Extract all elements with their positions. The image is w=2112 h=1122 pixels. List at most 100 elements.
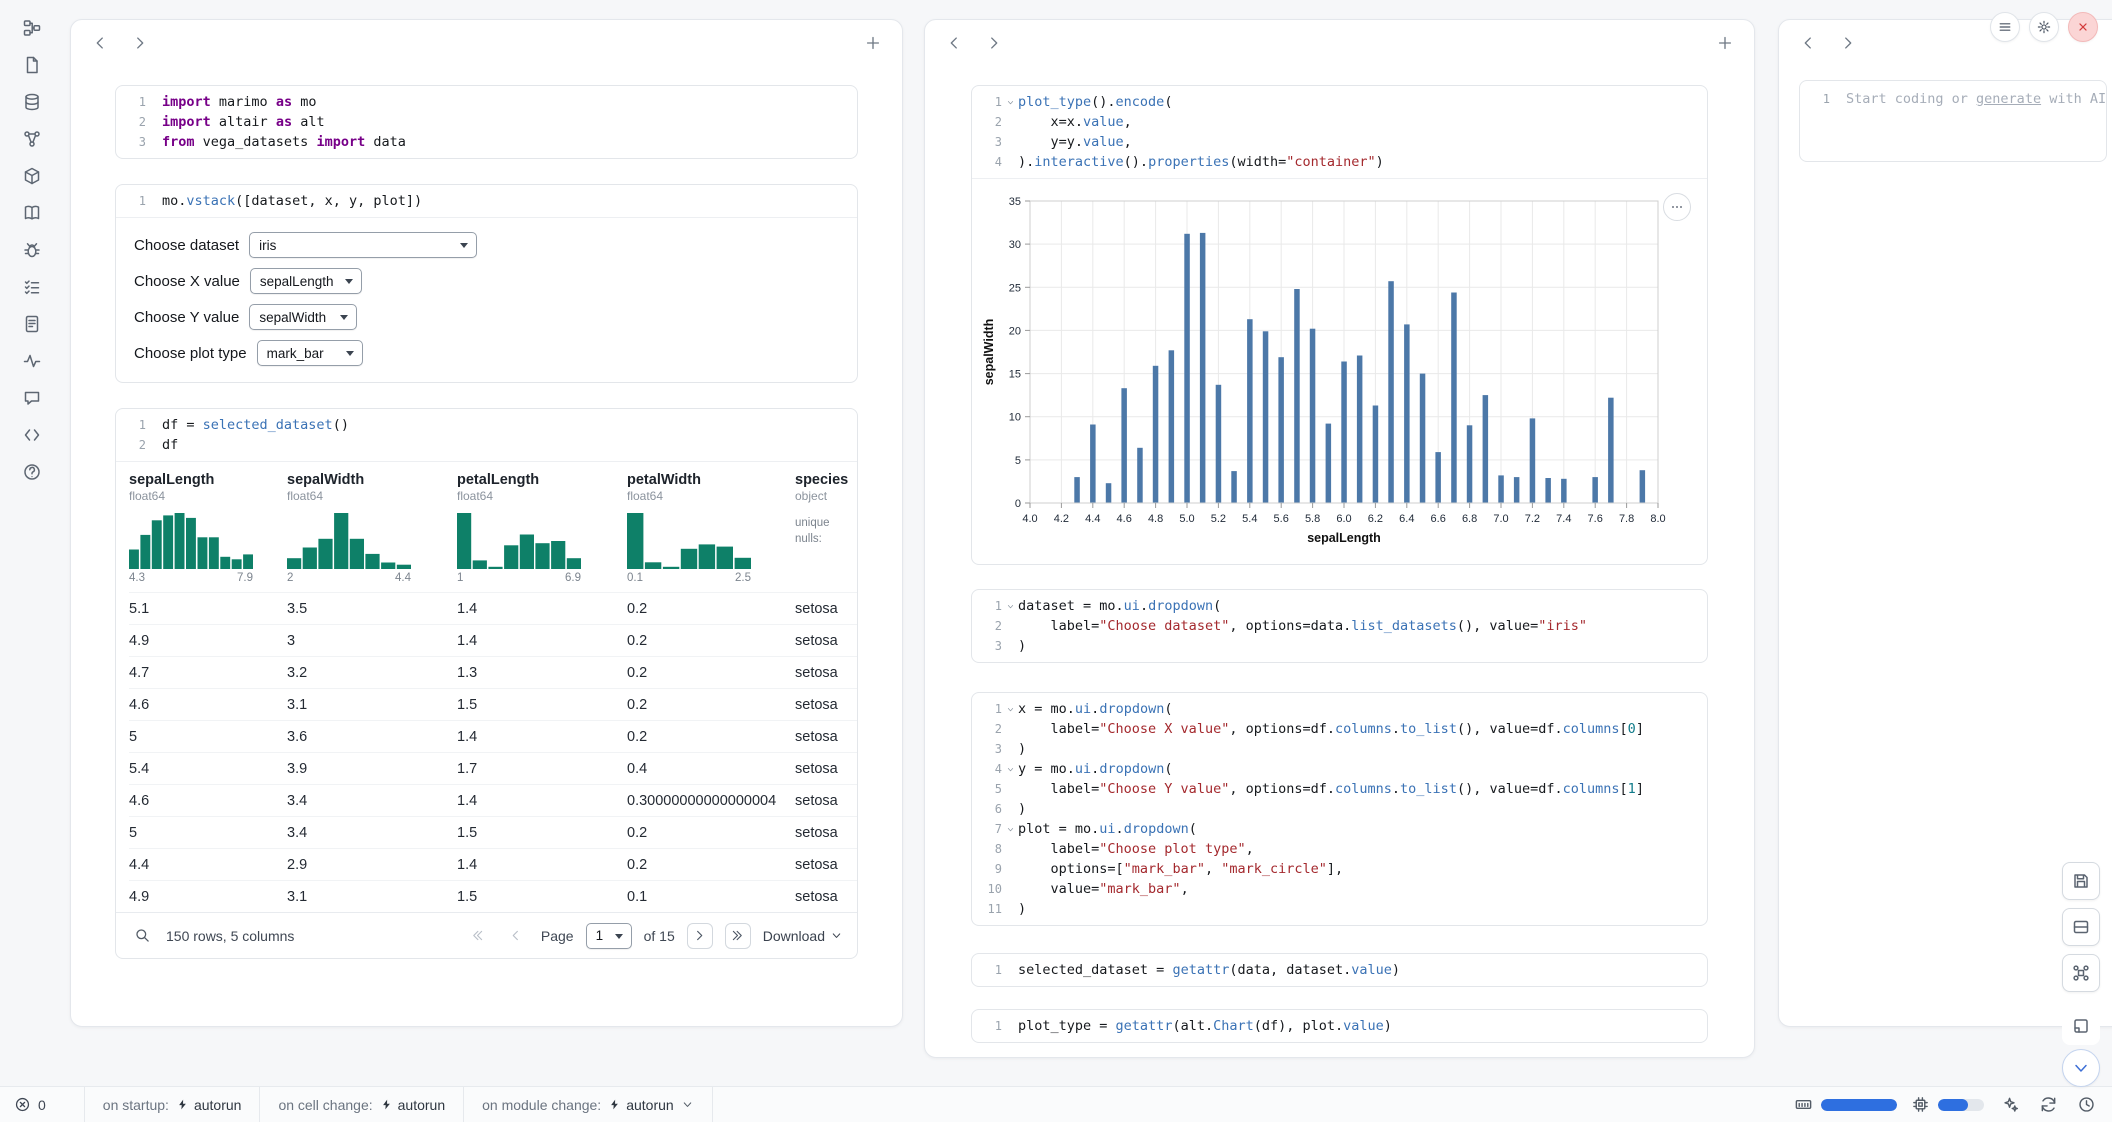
chevron-left-icon <box>945 34 963 52</box>
menu-icon <box>1997 19 2013 35</box>
first-page-button[interactable] <box>465 923 491 949</box>
dropdown-select[interactable]: iris <box>249 232 477 258</box>
sidebar-book-button[interactable] <box>20 201 44 225</box>
prev-cell-button[interactable] <box>1795 30 1821 56</box>
notebook-menu-button[interactable] <box>1990 12 2020 42</box>
command-palette-button[interactable] <box>2062 954 2100 992</box>
column-header[interactable]: sepalWidthfloat6424.4 <box>287 472 457 592</box>
code-editor[interactable]: 1df = selected_dataset()2df <box>116 409 857 461</box>
table-cell: 3 <box>287 625 457 656</box>
sidebar-document-button[interactable] <box>20 312 44 336</box>
run-mode-segment[interactable]: on cell change:autorun <box>259 1087 463 1122</box>
table-row[interactable]: 5.13.51.40.2setosa <box>129 592 857 624</box>
table-row[interactable]: 4.63.11.50.2setosa <box>129 688 857 720</box>
code-line: y=y.value, <box>1018 132 1707 152</box>
line-number: 3 <box>116 132 146 152</box>
app-frame-button[interactable] <box>2062 1007 2100 1045</box>
table-row[interactable]: 5.43.91.70.4setosa <box>129 752 857 784</box>
search-icon <box>134 927 151 944</box>
error-indicator[interactable]: 0 <box>14 1096 46 1113</box>
panel-body: 1import marimo as mo2import altair as al… <box>71 85 902 959</box>
settings-button[interactable] <box>2029 12 2059 42</box>
code-editor[interactable]: 1import marimo as mo2import altair as al… <box>116 86 857 158</box>
code-editor[interactable]: 1plot_type = getattr(alt.Chart(df), plot… <box>972 1010 1707 1042</box>
code-editor[interactable]: 1x = mo.ui.dropdown(2 label="Choose X va… <box>972 693 1707 925</box>
sidebar-checklist-button[interactable] <box>20 275 44 299</box>
table-row[interactable]: 4.63.41.40.30000000000000004setosa <box>129 784 857 816</box>
scroll-to-bottom-button[interactable] <box>2062 1049 2100 1087</box>
next-cell-button[interactable] <box>1835 30 1861 56</box>
table-row[interactable]: 4.42.91.40.2setosa <box>129 848 857 880</box>
layout-button[interactable] <box>2062 908 2100 946</box>
sidebar-flow-button[interactable] <box>20 16 44 40</box>
next-cell-button[interactable] <box>981 30 1007 56</box>
table-cell: 3.9 <box>287 753 457 784</box>
sparkles-icon <box>2001 1095 2020 1114</box>
next-page-button[interactable] <box>687 923 713 949</box>
svg-text:7.2: 7.2 <box>1525 513 1540 525</box>
column-header[interactable]: petalLengthfloat6416.9 <box>457 472 627 592</box>
save-button[interactable] <box>2062 862 2100 900</box>
command-icon <box>2071 963 2091 983</box>
table-row[interactable]: 4.931.40.2setosa <box>129 624 857 656</box>
form-row: Choose datasetiris <box>134 232 839 258</box>
code-line: ) <box>1018 799 1707 819</box>
generate-with-ai-link[interactable]: generate <box>1976 91 2041 107</box>
sidebar-file-code-button[interactable] <box>20 53 44 77</box>
download-button[interactable]: Download <box>763 928 843 944</box>
sidebar-comment-button[interactable] <box>20 386 44 410</box>
sidebar-snippets-button[interactable] <box>20 423 44 447</box>
dropdown-select[interactable]: mark_bar <box>257 340 363 366</box>
history-button[interactable] <box>2074 1093 2098 1117</box>
sidebar-dependency-graph-button[interactable] <box>20 127 44 151</box>
page-select[interactable]: 1 <box>586 923 632 949</box>
sidebar-help-button[interactable] <box>20 460 44 484</box>
file-code-icon <box>22 55 42 75</box>
table-cell: 1.4 <box>457 721 627 752</box>
column-header[interactable]: petalWidthfloat640.12.5 <box>627 472 795 592</box>
altair-bar-chart[interactable]: 4.04.24.44.64.85.05.25.45.65.86.06.26.46… <box>980 191 1670 549</box>
table-row[interactable]: 53.41.50.2setosa <box>129 816 857 848</box>
last-page-button[interactable] <box>725 923 751 949</box>
table-row[interactable]: 4.93.11.50.1setosa <box>129 880 857 912</box>
table-cell: 2.9 <box>287 849 457 880</box>
shutdown-button[interactable] <box>2068 12 2098 42</box>
table-row[interactable]: 53.61.40.2setosa <box>129 720 857 752</box>
code-editor[interactable]: 1mo.vstack([dataset, x, y, plot]) <box>116 185 857 217</box>
scratch-cell[interactable]: 1Start coding or generate with AI <box>1799 80 2107 162</box>
column-header[interactable]: speciesobjectuniquenulls: <box>795 472 857 592</box>
column-header[interactable]: sepalLengthfloat644.37.9 <box>129 472 287 592</box>
code-line-row: 3) <box>972 636 1707 656</box>
search-button[interactable] <box>130 924 154 948</box>
add-cell-button[interactable] <box>860 30 886 56</box>
refresh-kernel-button[interactable] <box>2036 1093 2060 1117</box>
code-editor[interactable]: 1selected_dataset = getattr(data, datase… <box>972 954 1707 986</box>
history-icon <box>2077 1095 2096 1114</box>
prev-cell-button[interactable] <box>941 30 967 56</box>
sidebar-bug-button[interactable] <box>20 238 44 262</box>
code-editor[interactable]: 1plot_type().encode(2 x=x.value,3 y=y.va… <box>972 86 1707 178</box>
code-editor[interactable]: 1dataset = mo.ui.dropdown(2 label="Choos… <box>972 590 1707 662</box>
table-cell: 0.1 <box>627 881 795 912</box>
next-cell-button[interactable] <box>127 30 153 56</box>
table-row[interactable]: 4.73.21.30.2setosa <box>129 656 857 688</box>
add-cell-button[interactable] <box>1712 30 1738 56</box>
svg-text:15: 15 <box>1009 369 1021 381</box>
dataframe-cell: 1df = selected_dataset()2df sepalLengthfl… <box>115 408 858 959</box>
sidebar-package-button[interactable] <box>20 164 44 188</box>
ai-assist-button[interactable] <box>1998 1093 2022 1117</box>
dropdown-select[interactable]: sepalLength <box>250 268 362 294</box>
prev-page-button[interactable] <box>503 923 529 949</box>
dropdown-select[interactable]: sepalWidth <box>249 304 357 330</box>
sidebar-database-button[interactable] <box>20 90 44 114</box>
histogram-chart <box>129 513 253 569</box>
run-mode-segment[interactable]: on module change:autorun <box>463 1087 713 1122</box>
line-number: 3 <box>972 636 1002 656</box>
prev-cell-button[interactable] <box>87 30 113 56</box>
code-line-row: 1dataset = mo.ui.dropdown( <box>972 596 1707 616</box>
run-mode-segment[interactable]: on startup:autorun <box>84 1087 260 1122</box>
chart-actions-button[interactable] <box>1663 193 1691 221</box>
range-max: 7.9 <box>237 572 253 584</box>
code-line-row: 1plot_type().encode( <box>972 92 1707 112</box>
sidebar-activity-button[interactable] <box>20 349 44 373</box>
